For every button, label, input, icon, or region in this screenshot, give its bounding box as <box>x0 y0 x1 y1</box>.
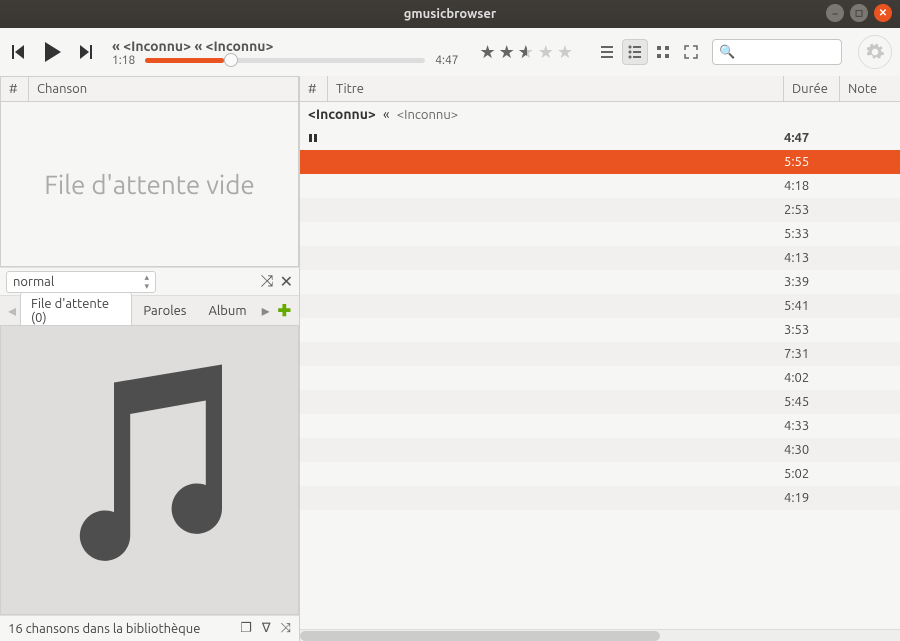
minimize-button[interactable]: – <box>826 4 844 22</box>
shuffle2-icon[interactable]: ⤨ <box>281 621 291 636</box>
track-duration: 4:02 <box>784 371 840 385</box>
track-row[interactable]: 4:13 <box>300 246 900 270</box>
queue-empty-text: File d'attente vide <box>44 170 255 199</box>
tabs-prev-icon[interactable]: ◂ <box>4 301 20 320</box>
window-title: gmusicbrowser <box>404 7 496 21</box>
view-lines-icon[interactable] <box>594 39 620 65</box>
music-note-icon <box>60 363 240 577</box>
track-row[interactable]: 4:47 <box>300 126 900 150</box>
add-tab-icon[interactable]: ✚ <box>274 301 295 320</box>
now-playing-title: « <Inconnu> « <Inconnu> <box>112 38 273 54</box>
queue-header-title[interactable]: Chanson <box>29 77 298 101</box>
track-row[interactable]: 4:33 <box>300 414 900 438</box>
rating-stars[interactable]: ★★★★★★ <box>479 42 574 63</box>
shuffle-icon[interactable]: ⤨ <box>261 272 274 291</box>
track-row[interactable]: 5:02 <box>300 462 900 486</box>
tabs-next-icon[interactable]: ▸ <box>258 301 274 320</box>
status-text: 16 chansons dans la bibliothèque <box>8 622 200 636</box>
elapsed-time: 1:18 <box>112 54 135 67</box>
play-button[interactable] <box>38 38 66 66</box>
track-row[interactable]: 5:45 <box>300 390 900 414</box>
left-tabs: ◂ File d'attente (0) Paroles Album ▸ ✚ <box>0 295 299 325</box>
track-duration: 4:30 <box>784 443 840 457</box>
left-panel: # Chanson File d'attente vide normal ▴▾ … <box>0 76 300 641</box>
track-duration: 5:55 <box>784 155 840 169</box>
layers-icon[interactable]: ❐ <box>240 621 252 636</box>
settings-button[interactable] <box>858 35 892 69</box>
search-box[interactable]: 🔍 ✕ <box>712 39 842 65</box>
track-duration: 5:33 <box>784 227 840 241</box>
album-art <box>0 325 299 615</box>
track-row[interactable]: 5:33 <box>300 222 900 246</box>
close-queue-icon[interactable]: ✕ <box>280 272 293 291</box>
search-icon: 🔍 <box>719 45 735 60</box>
group-artist: <Inconnu> <box>308 106 376 122</box>
queue-footer: normal ▴▾ ⤨ ✕ <box>0 267 299 295</box>
view-grid-icon[interactable] <box>650 39 676 65</box>
next-button[interactable] <box>74 41 96 63</box>
track-row[interactable]: 3:39 <box>300 270 900 294</box>
queue-header-num[interactable]: # <box>1 77 29 101</box>
filter-icon[interactable]: ∇ <box>262 621 271 636</box>
track-duration: 4:19 <box>784 491 840 505</box>
tab-lyrics[interactable]: Paroles <box>132 299 197 323</box>
window-controls: – ◻ ✕ <box>826 4 892 22</box>
track-row[interactable]: 2:53 <box>300 198 900 222</box>
tracklist-header: # Titre Durée Note <box>300 76 900 102</box>
col-title[interactable]: Titre <box>328 76 784 101</box>
track-duration: 4:33 <box>784 419 840 433</box>
track-duration: 3:39 <box>784 275 840 289</box>
now-playing: « <Inconnu> « <Inconnu> 1:18 4:47 <box>112 38 459 67</box>
tab-queue[interactable]: File d'attente (0) <box>20 292 132 330</box>
tracklist: 4:47 5:55 4:18 2:53 5:33 4:13 3:39 5:41 3:53 7:31… <box>300 126 900 629</box>
track-duration: 4:47 <box>784 131 840 145</box>
queue-header: # Chanson <box>0 76 299 102</box>
track-duration: 4:13 <box>784 251 840 265</box>
total-time: 4:47 <box>435 54 458 67</box>
right-panel: # Titre Durée Note <Inconnu> « <Inconnu>… <box>300 76 900 641</box>
queue-mode-select[interactable]: normal ▴▾ <box>6 271 156 293</box>
track-row[interactable]: 4:19 <box>300 486 900 510</box>
titlebar: gmusicbrowser – ◻ ✕ <box>0 0 900 28</box>
track-duration: 3:53 <box>784 323 840 337</box>
tab-album[interactable]: Album <box>197 299 257 323</box>
view-fullscreen-icon[interactable] <box>678 39 704 65</box>
track-row[interactable]: 5:41 <box>300 294 900 318</box>
toolbar: « <Inconnu> « <Inconnu> 1:18 4:47 ★★★★★★… <box>0 28 900 76</box>
track-duration: 5:45 <box>784 395 840 409</box>
track-duration: 7:31 <box>784 347 840 361</box>
track-status-icon <box>308 133 330 143</box>
track-row[interactable]: 4:02 <box>300 366 900 390</box>
main-area: # Chanson File d'attente vide normal ▴▾ … <box>0 76 900 641</box>
maximize-button[interactable]: ◻ <box>850 4 868 22</box>
track-row[interactable]: 5:55 <box>300 150 900 174</box>
col-note[interactable]: Note <box>840 76 900 101</box>
queue-empty: File d'attente vide <box>0 102 299 267</box>
view-list-icon[interactable] <box>622 39 648 65</box>
track-duration: 5:41 <box>784 299 840 313</box>
group-header: <Inconnu> « <Inconnu> <box>300 102 900 126</box>
col-num[interactable]: # <box>300 76 328 101</box>
col-duration[interactable]: Durée <box>784 76 840 101</box>
previous-button[interactable] <box>8 41 30 63</box>
group-sep: « <box>383 106 390 122</box>
track-duration: 2:53 <box>784 203 840 217</box>
status-bar: 16 chansons dans la bibliothèque ❐ ∇ ⤨ <box>0 615 299 641</box>
seek-slider[interactable] <box>145 58 425 63</box>
track-row[interactable]: 7:31 <box>300 342 900 366</box>
track-row[interactable]: 4:18 <box>300 174 900 198</box>
track-duration: 4:18 <box>784 179 840 193</box>
horizontal-scrollbar[interactable] <box>300 629 900 641</box>
chevron-icon: ▴▾ <box>144 273 149 291</box>
track-row[interactable]: 4:30 <box>300 438 900 462</box>
track-row[interactable]: 3:53 <box>300 318 900 342</box>
track-duration: 5:02 <box>784 467 840 481</box>
queue-mode-label: normal <box>13 275 54 289</box>
view-switcher <box>594 39 704 65</box>
close-button[interactable]: ✕ <box>874 4 892 22</box>
group-album: <Inconnu> <box>397 108 458 122</box>
